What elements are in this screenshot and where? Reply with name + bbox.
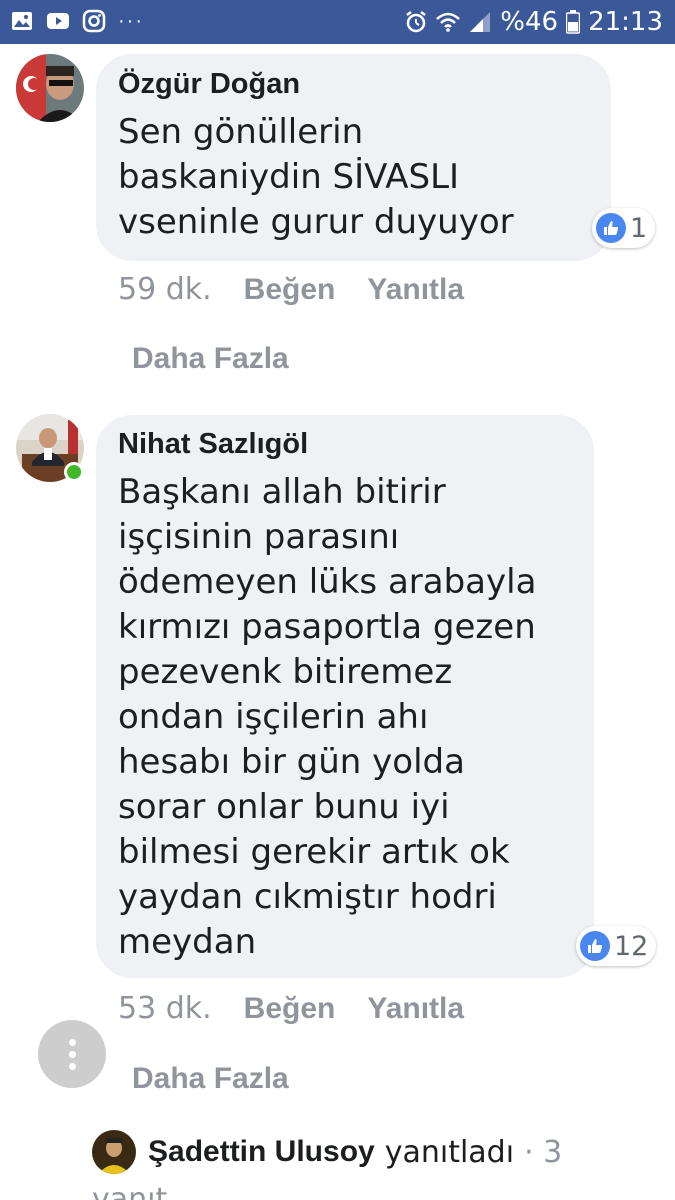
avatar — [92, 1130, 136, 1174]
dot-icon — [68, 1038, 76, 1046]
replies-summary[interactable]: Şadettin Ulusoy yanıtladı · 3 — [92, 1130, 562, 1174]
like-icon — [580, 931, 610, 961]
reply-verb: yanıtladı — [384, 1134, 515, 1170]
more-link[interactable]: Daha Fazla — [132, 342, 289, 376]
signal-icon — [470, 12, 491, 32]
reply-author[interactable]: Şadettin Ulusoy — [148, 1135, 375, 1169]
comment-text-line: kırmızı pasaportla gezen — [118, 607, 536, 647]
comment-text-line: sorar onlar bunu iyi — [118, 787, 450, 827]
comment-text-line: işçisinin parasını — [118, 517, 400, 557]
comment-text-line: yaydan cıkmiştır hodri — [118, 877, 497, 917]
comment-text-line: hesabı bir gün yolda — [118, 742, 465, 782]
like-button[interactable]: Beğen — [244, 273, 336, 307]
comment-text-line: ondan işçilerin ahı — [118, 697, 429, 737]
reaction-count: 12 — [614, 930, 649, 962]
reaction-count-badge[interactable]: 12 — [576, 926, 657, 966]
comment-text-line: Başkanı allah bitirir — [118, 472, 446, 512]
comment-text: Başkanı allah bitirir işçisinin parasını… — [118, 470, 588, 965]
comment-meta: 59 dk. Beğen Yanıtla — [118, 272, 464, 307]
comment-author[interactable]: Nihat Sazlıgöl — [118, 426, 308, 462]
dot-icon — [68, 1062, 76, 1070]
reply-button[interactable]: Yanıtla — [367, 273, 464, 307]
status-bar-right: %46 21:13 — [404, 7, 663, 37]
reply-count-label: yanıt — [92, 1182, 168, 1200]
dot-icon — [68, 1050, 76, 1058]
comment-text-line: Sen gönüllerin — [118, 112, 364, 152]
comment-time: 59 dk. — [118, 272, 212, 307]
battery-icon — [566, 10, 581, 34]
youtube-icon — [47, 13, 69, 29]
instagram-icon — [82, 9, 106, 33]
reply-count: · 3 — [524, 1134, 563, 1170]
like-icon — [596, 213, 626, 243]
clock: 21:13 — [588, 7, 663, 37]
comment-text-line: baskaniydin SİVASLI — [118, 157, 460, 197]
comment-meta: 53 dk. Beğen Yanıtla — [118, 991, 464, 1026]
status-bar-left: ··· — [10, 9, 144, 33]
comment-text-line: ödemeyen lüks arabayla — [118, 562, 537, 602]
more-link[interactable]: Daha Fazla — [132, 1062, 289, 1096]
gallery-icon — [12, 12, 32, 30]
comment-time: 53 dk. — [118, 991, 212, 1026]
alarm-icon — [406, 11, 427, 33]
more-notifications-indicator: ··· — [118, 10, 144, 32]
like-button[interactable]: Beğen — [244, 992, 336, 1026]
battery-percent: %46 — [500, 7, 559, 37]
comment-text-line: meydan — [118, 922, 257, 962]
reply-button[interactable]: Yanıtla — [367, 992, 464, 1026]
comment-author[interactable]: Özgür Doğan — [118, 66, 300, 102]
wifi-icon — [436, 12, 461, 32]
comment-text: Sen gönüllerin baskaniydin SİVASLI vseni… — [118, 110, 588, 245]
reaction-count-badge[interactable]: 1 — [592, 208, 656, 248]
comment-text-line: bilmesi gerekir artık ok — [118, 832, 510, 872]
status-bar: ··· %46 21:13 — [0, 0, 675, 44]
avatar[interactable] — [16, 54, 84, 122]
floating-menu-button[interactable] — [38, 1020, 106, 1088]
comment-text-line: pezevenk bitiremez — [118, 652, 453, 692]
comment-text-line: vseninle gurur duyuyor — [118, 202, 514, 242]
reaction-count: 1 — [630, 212, 648, 244]
online-status-indicator — [64, 462, 84, 482]
